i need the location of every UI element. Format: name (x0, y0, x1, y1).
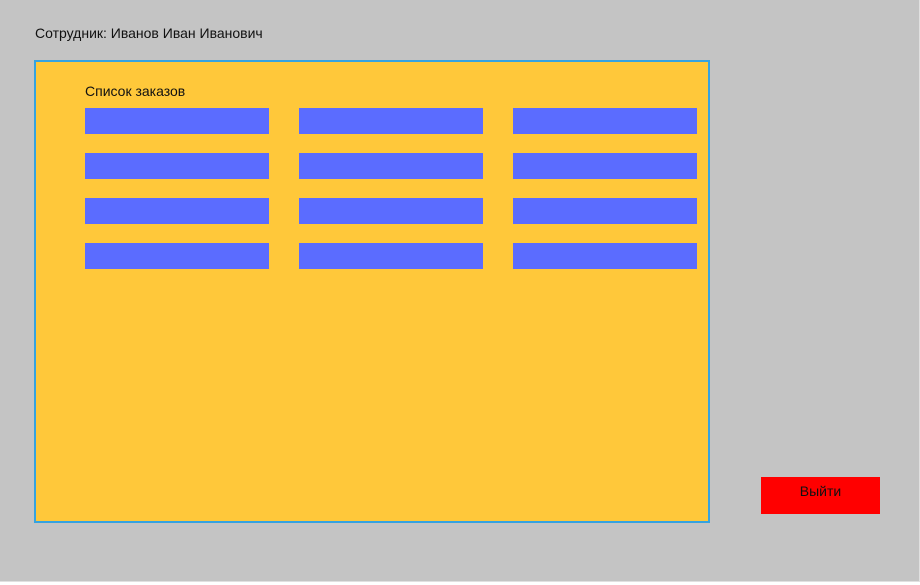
employee-screen: Сотрудник: Иванов Иван Иванович Список з… (0, 0, 920, 582)
order-item[interactable] (513, 108, 697, 134)
order-item[interactable] (513, 153, 697, 179)
order-item[interactable] (513, 243, 697, 269)
order-item[interactable] (299, 198, 483, 224)
order-item[interactable] (513, 198, 697, 224)
logout-button-label: Выйти (799, 483, 842, 499)
orders-panel: Список заказов (34, 60, 710, 523)
order-item[interactable] (85, 243, 269, 269)
orders-title: Список заказов (85, 83, 186, 99)
orders-grid (85, 108, 697, 269)
order-item[interactable] (85, 153, 269, 179)
order-item[interactable] (299, 153, 483, 179)
order-item[interactable] (299, 108, 483, 134)
order-item[interactable] (85, 108, 269, 134)
employee-name-label: Сотрудник: Иванов Иван Иванович (35, 25, 263, 41)
logout-button[interactable]: Выйти (761, 477, 880, 514)
order-item[interactable] (299, 243, 483, 269)
order-item[interactable] (85, 198, 269, 224)
